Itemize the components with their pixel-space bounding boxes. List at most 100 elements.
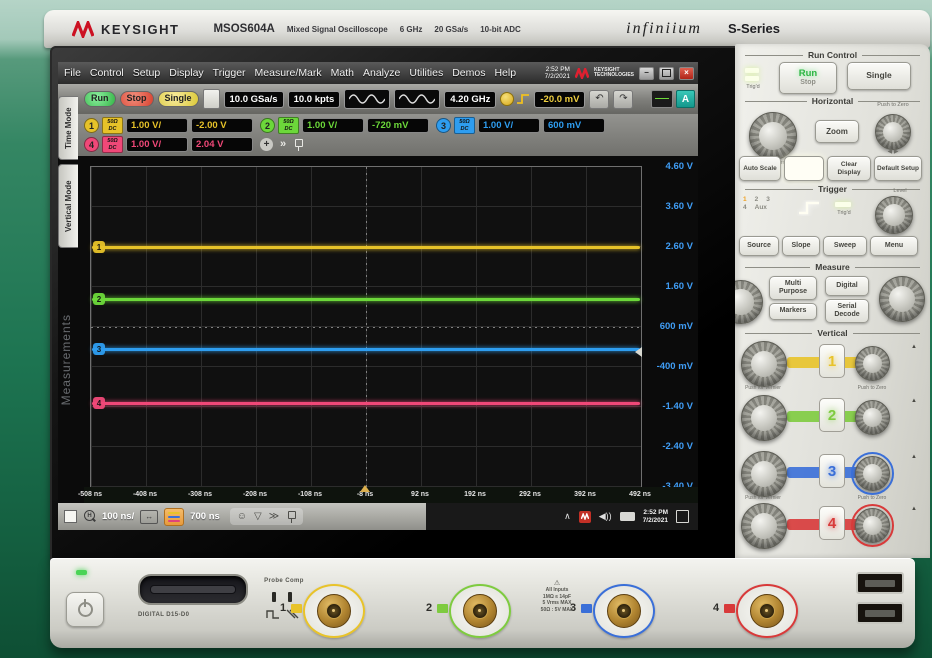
channel-impedance-badge[interactable]: 50ΩDC — [102, 136, 123, 153]
menu-item[interactable]: Utilities — [409, 67, 443, 79]
trigger-level-box[interactable]: -20.0 mV — [534, 91, 585, 108]
channel-offset-box[interactable]: 600 mV — [543, 118, 605, 133]
menu-item[interactable]: Math — [331, 67, 354, 79]
trigger-source-button[interactable]: Source — [739, 236, 779, 256]
horizontal-magnifier-icon[interactable] — [83, 510, 96, 523]
zoom-button[interactable]: Zoom — [815, 120, 859, 143]
waveform-trace-ch4[interactable] — [92, 402, 640, 405]
waveform-thumbnail-icon[interactable] — [164, 508, 184, 526]
usb-port-1[interactable] — [856, 572, 904, 594]
taskbar-clock[interactable]: 2:52 PM7/2/2021 — [643, 509, 668, 525]
menu-item[interactable]: Measure/Mark — [255, 67, 322, 79]
memory-depth-box[interactable]: 10.0 kpts — [288, 91, 341, 108]
menu-item[interactable]: File — [64, 67, 81, 79]
waveform-preset2-icon[interactable] — [394, 89, 440, 109]
channel-scale-box[interactable]: 1.00 V/ — [126, 118, 188, 133]
vertical-offset-knob[interactable] — [855, 508, 890, 543]
run-stop-button[interactable]: Run Stop — [779, 62, 837, 94]
tab-time-mode[interactable]: Time Mode — [58, 96, 78, 160]
trace-ground-marker-ch4[interactable]: 4 — [93, 397, 105, 409]
touch-button[interactable] — [203, 89, 220, 109]
vertical-offset-knob[interactable] — [855, 400, 890, 435]
channel-number-badge[interactable]: 4 — [84, 137, 99, 152]
usb-port-2[interactable] — [856, 602, 904, 624]
horizontal-position-knob[interactable] — [875, 114, 911, 150]
close-button[interactable]: × — [679, 67, 694, 80]
menu-item[interactable]: Control — [90, 67, 124, 79]
digital-button[interactable]: Digital — [825, 276, 869, 296]
waveform-trace-ch2[interactable] — [92, 298, 640, 301]
clear-display-button[interactable]: Clear Display — [827, 156, 871, 181]
bnc-connector[interactable] — [750, 594, 784, 628]
add-channel-icon[interactable]: + — [260, 138, 273, 151]
horizontal-scale[interactable]: 100 ns/ — [102, 511, 134, 522]
sample-rate-box[interactable]: 10.0 GSa/s — [224, 91, 284, 108]
stop-button[interactable]: Stop — [120, 91, 154, 107]
menu-item[interactable]: Display — [169, 67, 203, 79]
redo-icon[interactable]: ↷ — [613, 90, 633, 109]
trace-ground-marker-ch3[interactable]: 3 — [93, 343, 105, 355]
bnc-connector[interactable] — [317, 594, 351, 628]
expand-arrow-icon[interactable]: » — [280, 139, 286, 150]
digital-probe-connector[interactable] — [138, 574, 248, 605]
vertical-offset-knob[interactable] — [855, 346, 890, 381]
channel-impedance-badge[interactable]: 50ΩDC — [102, 117, 123, 134]
minimize-button[interactable]: − — [639, 67, 654, 80]
trigger-position-marker[interactable] — [360, 485, 370, 492]
bnc-connector[interactable] — [463, 594, 497, 628]
channel-impedance-badge[interactable]: 50ΩDC — [278, 117, 299, 134]
undo-icon[interactable]: ↶ — [589, 90, 609, 109]
filter-icon[interactable]: ▽ — [254, 512, 262, 522]
run-button[interactable]: Run — [84, 91, 116, 107]
channel-number-badge[interactable]: 1 — [84, 118, 99, 133]
vertical-scale-knob[interactable] — [741, 503, 787, 549]
channel-on-off-button[interactable]: 2 — [819, 398, 845, 432]
measure-left-knob[interactable] — [735, 280, 763, 324]
serial-decode-button[interactable]: Serial Decode — [825, 299, 869, 323]
menu-item[interactable]: Demos — [452, 67, 485, 79]
trigger-level-knob[interactable] — [875, 196, 913, 234]
channel-scale-box[interactable]: 1.00 V/ — [302, 118, 364, 133]
default-setup-button[interactable]: Default Setup — [874, 156, 922, 181]
single-panel-button[interactable]: Single — [847, 62, 911, 90]
trigger-menu-button[interactable]: Menu — [870, 236, 918, 256]
trace-ground-marker-ch2[interactable]: 2 — [93, 293, 105, 305]
action-center-icon[interactable] — [676, 510, 689, 523]
bandwidth-box[interactable]: 4.20 GHz — [444, 91, 496, 108]
maximize-button[interactable] — [659, 67, 674, 80]
markers-button[interactable]: Markers — [769, 303, 817, 320]
speaker-icon[interactable]: ◀)) — [599, 512, 612, 521]
vertical-scale-knob[interactable] — [741, 395, 787, 441]
trigger-sweep-button[interactable]: Sweep — [823, 236, 867, 256]
display-thumbnail-icon[interactable] — [651, 90, 673, 108]
channel-number-badge[interactable]: 3 — [436, 118, 451, 133]
channel-scale-box[interactable]: 1.00 V/ — [478, 118, 540, 133]
menu-item[interactable]: Setup — [133, 67, 160, 79]
channel-on-off-button[interactable]: 3 — [819, 454, 845, 488]
keyboard-tray-icon[interactable] — [620, 512, 635, 521]
pin-icon[interactable] — [293, 138, 303, 151]
multi-purpose-button[interactable]: Multi Purpose — [769, 276, 817, 300]
waveform-trace-ch1[interactable] — [92, 246, 640, 249]
statusbar-pin-icon[interactable] — [286, 510, 296, 523]
tab-vertical-mode[interactable]: Vertical Mode — [58, 164, 78, 248]
channel-offset-box[interactable]: -720 mV — [367, 118, 429, 133]
vertical-scale-knob[interactable] — [741, 341, 787, 387]
vertical-offset-knob[interactable] — [855, 456, 890, 491]
trigger-slope-button[interactable]: Slope — [782, 236, 820, 256]
vertical-scale-knob[interactable] — [741, 451, 787, 497]
channel-offset-box[interactable]: 2.04 V — [191, 137, 253, 152]
channel-on-off-button[interactable]: 1 — [819, 344, 845, 378]
probe-comp-terminal[interactable] — [272, 592, 276, 602]
menu-item[interactable]: Trigger — [213, 67, 246, 79]
menu-item[interactable]: Analyze — [363, 67, 400, 79]
channel-scale-box[interactable]: 1.00 V/ — [126, 137, 188, 152]
horizontal-position-value[interactable]: 700 ns — [190, 511, 220, 522]
menu-item[interactable]: Help — [494, 67, 516, 79]
touch-panel-button[interactable] — [784, 156, 824, 181]
channel-number-badge[interactable]: 2 — [260, 118, 275, 133]
channel-impedance-badge[interactable]: 50ΩDC — [454, 117, 475, 134]
channel-offset-box[interactable]: -2.00 V — [191, 118, 253, 133]
horizontal-position-icon[interactable]: ↔ — [140, 510, 158, 524]
power-button[interactable] — [66, 592, 104, 627]
